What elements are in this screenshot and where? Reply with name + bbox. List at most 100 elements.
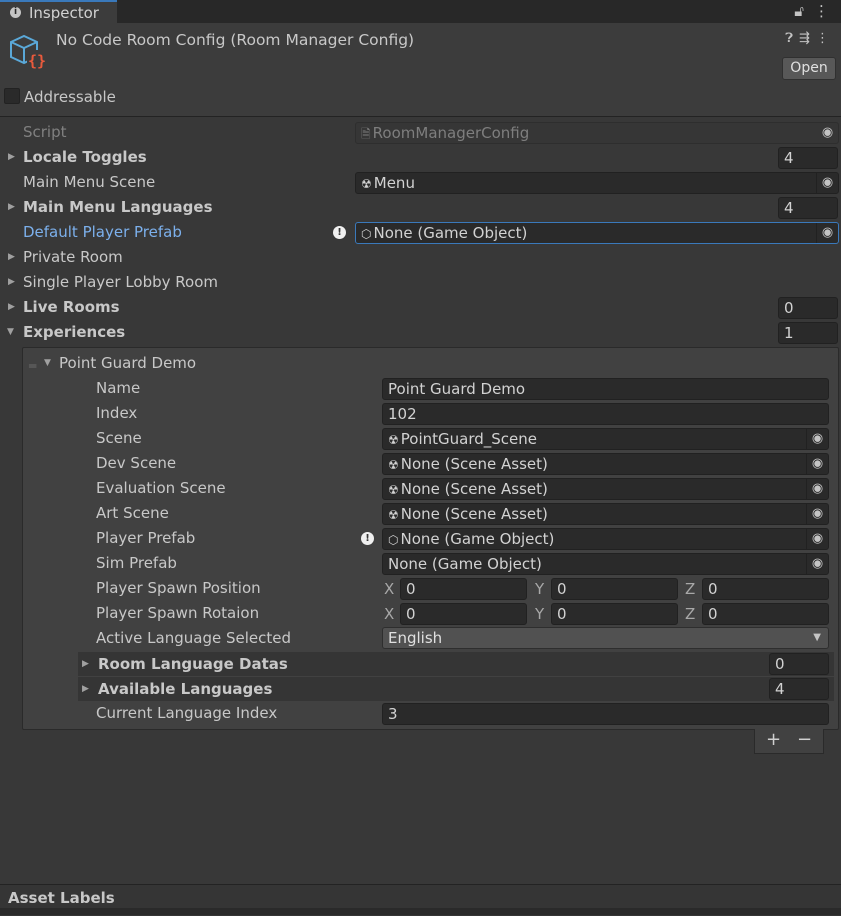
object-picker-icon[interactable]: ◉ [806,554,828,574]
scene-icon: ☢ [388,433,399,447]
tab-menu: 🔓︎ ⋮ [794,2,829,20]
drag-handle-icon[interactable]: ═ [29,359,36,373]
tab-label: Inspector [29,4,99,22]
remove-element-button[interactable]: − [797,729,812,750]
foldout-arrow-icon[interactable]: ▶ [8,302,15,312]
spawn-position-z[interactable]: 0 [702,578,829,600]
scene-icon: ☢ [388,483,399,497]
inspector-header: {} No Code Room Config (Room Manager Con… [0,23,841,116]
foldout-arrow-icon[interactable]: ▶ [8,277,15,287]
object-picker-icon[interactable]: ◉ [816,173,838,193]
object-picker-icon[interactable]: ◉ [806,504,828,524]
game-object-icon: ⬡ [361,227,372,241]
foldout-expanded-icon[interactable]: ▼ [7,327,14,337]
header-icons: ❓︎⇶⋮ [785,31,835,46]
object-picker-icon[interactable]: ◉ [806,454,828,474]
object-picker-icon[interactable]: ◉ [806,429,828,449]
main-menu-scene-field[interactable]: ☢ Menu ◉ [355,172,839,194]
list-controls: + − [754,729,824,754]
more-icon[interactable]: ⋮ [816,31,835,46]
object-picker-icon[interactable]: ◉ [806,479,828,499]
add-element-button[interactable]: + [766,729,781,750]
scene-field[interactable]: ☢ PointGuard_Scene ◉ [382,428,829,450]
locale-toggles-count[interactable]: 4 [778,147,838,169]
script-file-icon: 🗎 [361,127,371,141]
svg-text:{}: {} [28,52,46,70]
art-scene-value: None (Scene Asset) [400,505,548,523]
lock-icon[interactable]: 🔓︎ [794,2,804,20]
experiences-count[interactable]: 1 [778,322,838,344]
z-axis-label: Z [685,580,696,598]
tab-inspector[interactable]: i Inspector [0,0,117,23]
object-picker-icon[interactable]: ◉ [816,223,838,243]
sim-prefab-value: None (Game Object) [388,555,542,573]
spawn-rotation-x[interactable]: 0 [400,603,527,625]
index-field[interactable]: 102 [382,403,829,425]
single-player-lobby-label[interactable]: Single Player Lobby Room [23,273,218,291]
game-object-icon: ⬡ [388,533,399,547]
foldout-arrow-icon[interactable]: ▶ [8,152,15,162]
script-label: Script [23,123,67,141]
script-asset-icon: {} [10,34,47,70]
foldout-arrow-icon[interactable]: ▶ [82,659,89,669]
sim-prefab-field[interactable]: None (Game Object) ◉ [382,553,829,575]
script-value: RoomManagerConfig [372,124,530,142]
warning-icon: ! [333,226,346,239]
locale-toggles-label[interactable]: Locale Toggles [23,148,147,166]
private-room-label[interactable]: Private Room [23,248,123,266]
foldout-arrow-icon[interactable]: ▶ [82,684,89,694]
available-languages-label[interactable]: Available Languages [98,680,272,698]
default-player-prefab-value: None (Game Object) [373,224,528,242]
experiences-label[interactable]: Experiences [23,323,125,341]
object-picker-icon: ◉ [821,125,834,140]
preset-icon[interactable]: ⇶ [799,31,816,46]
z-axis-label: Z [685,605,696,623]
spawn-rotation-y[interactable]: 0 [551,603,678,625]
active-language-dropdown[interactable]: English ▼ [382,627,829,649]
main-menu-languages-count[interactable]: 4 [778,197,838,219]
foldout-arrow-icon[interactable]: ▶ [8,202,15,212]
live-rooms-label[interactable]: Live Rooms [23,298,120,316]
addressable-checkbox[interactable] [4,88,20,104]
evaluation-scene-field[interactable]: ☢ None (Scene Asset) ◉ [382,478,829,500]
art-scene-field[interactable]: ☢ None (Scene Asset) ◉ [382,503,829,525]
sim-prefab-label: Sim Prefab [96,554,177,572]
addressable-label: Addressable [24,88,116,106]
spawn-rotation-label: Player Spawn Rotaion [96,604,260,622]
scene-label: Scene [96,429,142,447]
spawn-position-label: Player Spawn Position [96,579,261,597]
name-field[interactable]: Point Guard Demo [382,378,829,400]
main-menu-scene-value: Menu [373,174,415,192]
scene-value: PointGuard_Scene [400,430,537,448]
active-language-value: English [388,629,443,647]
current-language-index-field[interactable]: 3 [382,703,829,725]
more-icon[interactable]: ⋮ [814,2,829,20]
object-picker-icon[interactable]: ◉ [806,529,828,549]
live-rooms-count[interactable]: 0 [778,297,838,319]
available-languages-count[interactable]: 4 [769,678,829,700]
room-language-datas-count[interactable]: 0 [769,653,829,675]
footer-strip [0,908,841,915]
room-language-datas-label[interactable]: Room Language Datas [98,655,288,673]
default-player-prefab-field[interactable]: ⬡ None (Game Object) ◉ [355,222,839,244]
warning-icon: ! [361,532,374,545]
dev-scene-value: None (Scene Asset) [400,455,548,473]
dev-scene-field[interactable]: ☢ None (Scene Asset) ◉ [382,453,829,475]
x-axis-label: X [384,580,395,598]
spawn-rotation-z[interactable]: 0 [702,603,829,625]
foldout-arrow-icon[interactable]: ▶ [8,252,15,262]
name-label: Name [96,379,141,397]
spawn-position-y[interactable]: 0 [551,578,678,600]
y-axis-label: Y [535,580,545,598]
y-axis-label: Y [535,605,545,623]
foldout-expanded-icon[interactable]: ▼ [44,358,51,368]
scene-icon: ☢ [388,458,399,472]
open-button[interactable]: Open [782,57,836,80]
player-prefab-field[interactable]: ⬡ None (Game Object) ◉ [382,528,829,550]
main-menu-languages-label[interactable]: Main Menu Languages [23,198,213,216]
evaluation-scene-value: None (Scene Asset) [400,480,548,498]
spawn-position-x[interactable]: 0 [400,578,527,600]
help-icon[interactable]: ❓︎ [785,31,799,46]
scene-icon: ☢ [388,508,399,522]
element-header[interactable]: Point Guard Demo [59,354,196,372]
